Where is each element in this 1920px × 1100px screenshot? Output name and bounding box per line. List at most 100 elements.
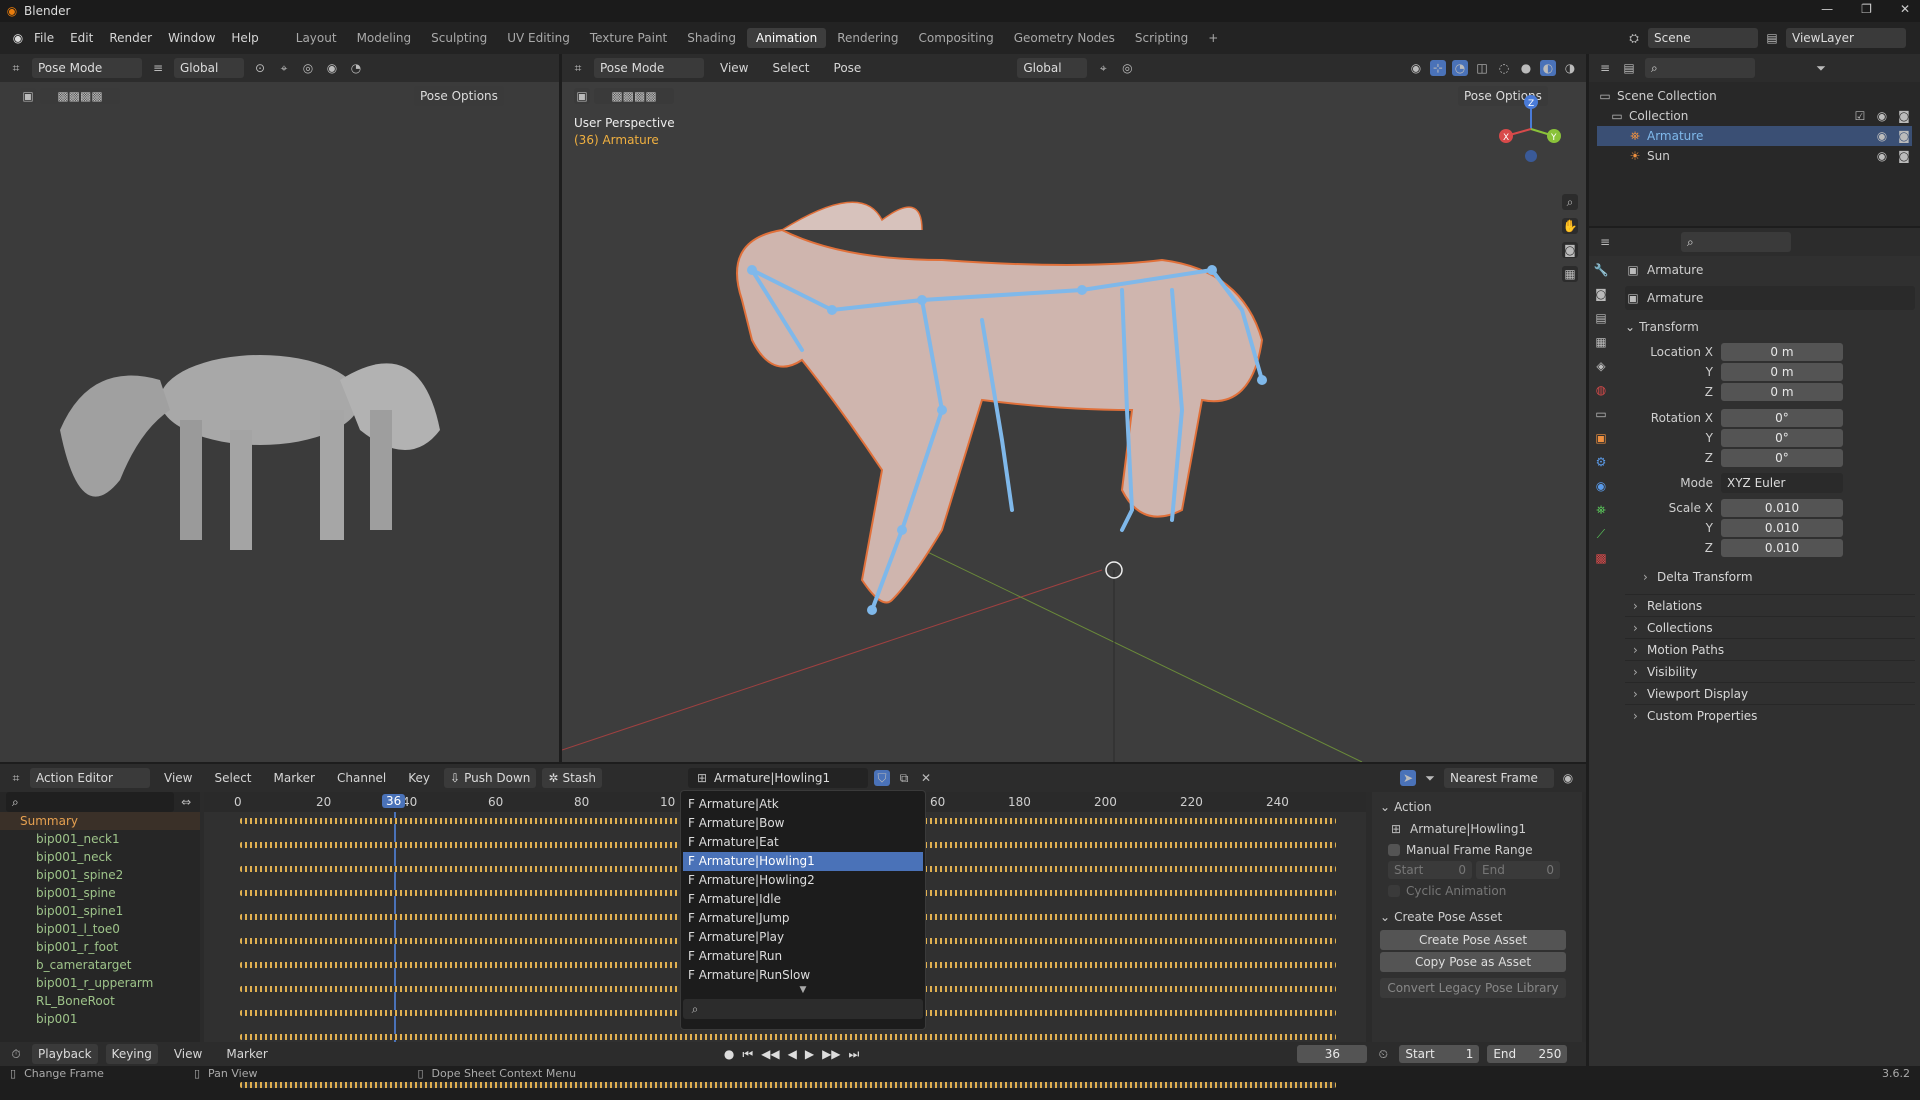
summary-row[interactable]: Summary [0, 812, 200, 830]
channel-row[interactable]: bip001_spine [0, 884, 200, 902]
channel-row[interactable]: bip001_r_foot [0, 938, 200, 956]
relations-section[interactable]: Relations [1625, 594, 1915, 617]
tab-scripting[interactable]: Scripting [1126, 28, 1197, 48]
maximize-icon[interactable]: ❐ [1861, 2, 1872, 16]
jump-start-icon[interactable]: ⏮ [742, 1047, 753, 1062]
outliner-search[interactable]: ⌕ [1645, 58, 1755, 78]
camera-icon[interactable]: ◙ [1896, 108, 1912, 124]
wireframe-shading-icon[interactable]: ◌ [1496, 60, 1512, 76]
frame-start-field[interactable]: Start 0 [1388, 861, 1472, 879]
zoom-icon[interactable]: ⌕ [1562, 194, 1578, 210]
keying-menu[interactable]: Keying [105, 1044, 158, 1064]
camera-icon[interactable]: ◙ [1562, 242, 1578, 258]
rendered-shading-icon[interactable]: ◑ [1562, 60, 1578, 76]
proportional-icon[interactable]: ◉ [1560, 770, 1576, 786]
bone-tab-icon[interactable]: ⟋ [1593, 526, 1609, 542]
collections-section[interactable]: Collections [1625, 616, 1915, 639]
location-x-field[interactable]: 0 m [1721, 343, 1843, 361]
object-name-field[interactable]: Armature [1647, 291, 1703, 305]
action-option[interactable]: F Armature|Howling2 [683, 871, 923, 890]
location-y-field[interactable]: 0 m [1721, 363, 1843, 381]
menu-view[interactable]: View [166, 1047, 210, 1061]
select-mode-icons[interactable]: ▩▩▩▩ [40, 88, 120, 104]
filter-icon[interactable]: ⏷ [1422, 770, 1438, 786]
scene-icon[interactable]: ⛭ [1626, 30, 1642, 46]
frame-end-field[interactable]: End 0 [1476, 861, 1560, 879]
unlink-icon[interactable]: ✕ [918, 770, 934, 786]
menu-marker[interactable]: Marker [218, 1047, 275, 1061]
tab-compositing[interactable]: Compositing [909, 28, 1002, 48]
channel-search[interactable]: ⌕ [6, 792, 175, 812]
channel-row[interactable]: bip001_neck1 [0, 830, 200, 848]
rotation-y-field[interactable]: 0° [1721, 429, 1843, 447]
current-frame-field[interactable]: 36 [1297, 1045, 1368, 1063]
channel-row[interactable]: RL_BoneRoot [0, 992, 200, 1010]
channel-row[interactable]: bip001_spine2 [0, 866, 200, 884]
outliner-item-sun[interactable]: ☀ Sun ◉ ◙ [1597, 146, 1912, 166]
delta-transform-section[interactable]: Delta Transform [1635, 566, 1915, 588]
navigation-gizmo[interactable]: Z X Y [1496, 94, 1566, 164]
viewport-display-section[interactable]: Viewport Display [1625, 682, 1915, 705]
proportional-icon[interactable]: ◎ [1119, 60, 1135, 76]
snap-dropdown[interactable]: Nearest Frame [1444, 768, 1554, 788]
push-down-button[interactable]: ⇩ Push Down [444, 768, 537, 788]
keyframe-track[interactable] [240, 1082, 1336, 1088]
left-mode-dropdown[interactable]: Pose Mode [32, 58, 142, 78]
checkbox[interactable] [1388, 885, 1400, 897]
render-tab-icon[interactable]: ◙ [1593, 286, 1609, 302]
outliner-item-armature[interactable]: ⛯ Armature ◉ ◙ [1597, 126, 1912, 146]
eye-icon[interactable]: ◉ [1874, 128, 1890, 144]
left-orientation-dropdown[interactable]: Global [174, 58, 244, 78]
create-pose-asset-button[interactable]: Create Pose Asset [1380, 930, 1566, 950]
select-mode-icons[interactable]: ▩▩▩▩ [594, 88, 674, 104]
snap-icon[interactable]: ⌖ [1095, 60, 1111, 76]
channel-row[interactable]: bip001 [0, 1010, 200, 1028]
action-search-input[interactable]: ⌕ [683, 999, 923, 1019]
action-option-selected[interactable]: F Armature|Howling1 [683, 852, 923, 871]
action-option[interactable]: F Armature|Bow [683, 814, 923, 833]
scene-selector[interactable]: Scene [1648, 28, 1758, 48]
channel-row[interactable]: bip001_r_upperarm [0, 974, 200, 992]
stash-button[interactable]: ✲ Stash [542, 768, 603, 788]
scale-x-field[interactable]: 0.010 [1721, 499, 1843, 517]
minimize-icon[interactable]: — [1821, 2, 1833, 16]
prev-key-icon[interactable]: ◀◀ [761, 1047, 779, 1061]
pan-hand-icon[interactable]: ✋ [1562, 218, 1578, 234]
action-option[interactable]: F Armature|Play [683, 928, 923, 947]
camera-icon[interactable]: ◙ [1896, 148, 1912, 164]
solid-shading-icon[interactable]: ● [1518, 60, 1534, 76]
custom-properties-section[interactable]: Custom Properties [1625, 704, 1915, 727]
start-frame-field[interactable]: Start 1 [1399, 1045, 1480, 1063]
visibility-section[interactable]: Visibility [1625, 660, 1915, 683]
camera-icon[interactable]: ◙ [1896, 128, 1912, 144]
editor-mode-dropdown[interactable]: Action Editor [30, 768, 150, 788]
xray-icon[interactable]: ◫ [1474, 60, 1490, 76]
location-z-field[interactable]: 0 m [1721, 383, 1843, 401]
filter-icon[interactable]: ⏷ [1813, 60, 1829, 76]
menu-channel[interactable]: Channel [329, 771, 394, 785]
tab-texture-paint[interactable]: Texture Paint [581, 28, 676, 48]
menu-key[interactable]: Key [400, 771, 438, 785]
editor-type-icon[interactable]: ⌗ [8, 770, 24, 786]
collection-tab-icon[interactable]: ▭ [1593, 406, 1609, 422]
tab-rendering[interactable]: Rendering [828, 28, 907, 48]
view-layer-icon[interactable]: ▤ [1764, 30, 1780, 46]
pose-asset-title[interactable]: Create Pose Asset [1394, 910, 1502, 924]
scene-tab-icon[interactable]: ◈ [1593, 358, 1609, 374]
object-tab-icon[interactable]: ▣ [1593, 430, 1609, 446]
menu-edit[interactable]: Edit [62, 31, 101, 45]
scroll-down-icon[interactable]: ▼ [683, 985, 923, 995]
select-box-icon[interactable]: ▣ [574, 88, 590, 104]
menu-render[interactable]: Render [101, 31, 160, 45]
play-reverse-icon[interactable]: ◀ [788, 1047, 797, 1061]
editor-type-icon[interactable]: ⌗ [570, 60, 586, 76]
tab-modeling[interactable]: Modeling [348, 28, 421, 48]
gizmo-icon[interactable]: ⊹ [1430, 60, 1446, 76]
menu-pose[interactable]: Pose [826, 61, 870, 75]
left-viewport[interactable]: ⌗ Pose Mode ≡ Global ⊙ ⌖ ◎ ◉ ◔ ▣ ▩▩▩▩ Po… [0, 54, 559, 762]
channel-row[interactable]: bip001_neck [0, 848, 200, 866]
action-option[interactable]: F Armature|Atk [683, 795, 923, 814]
menu-view[interactable]: View [712, 61, 756, 75]
material-shading-icon[interactable]: ◐ [1540, 60, 1556, 76]
visibility-icon[interactable]: ◉ [1408, 60, 1424, 76]
